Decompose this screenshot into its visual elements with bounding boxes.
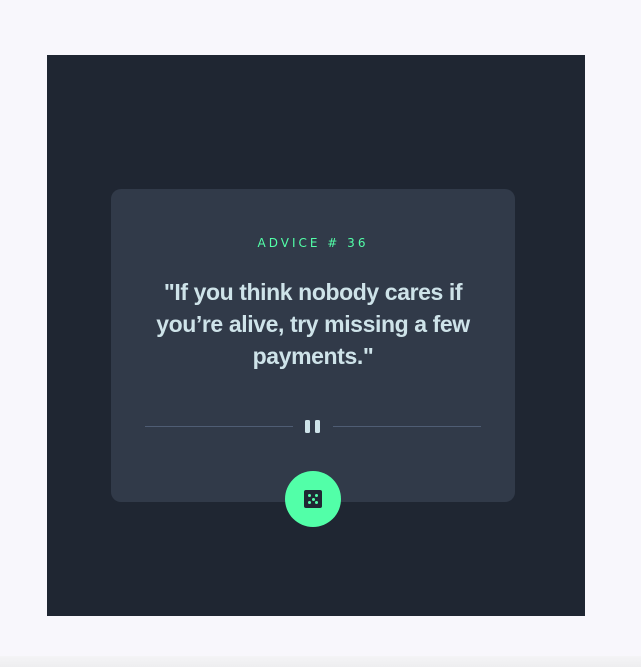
divider-line-left (145, 426, 293, 427)
pause-icon (305, 420, 321, 433)
advice-number-label: ADVICE # 36 (257, 236, 369, 250)
bottom-strip (0, 656, 641, 667)
divider (145, 418, 481, 436)
new-advice-button[interactable] (285, 471, 341, 527)
divider-line-right (333, 426, 481, 427)
advice-quote: "If you think nobody cares if you’re ali… (156, 279, 470, 369)
dice-icon (304, 490, 322, 508)
advice-card: ADVICE # 36 "If you think nobody cares i… (111, 189, 515, 502)
